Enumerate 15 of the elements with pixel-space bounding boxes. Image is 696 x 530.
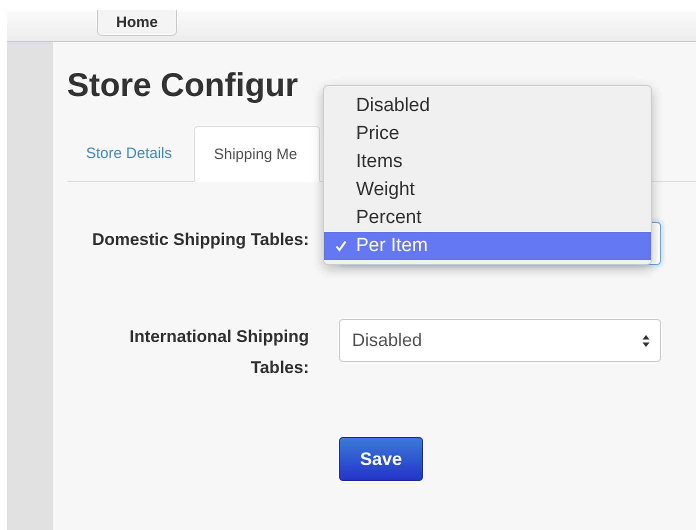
select-field[interactable]: Disabled: [339, 319, 661, 362]
checkmark-icon: [335, 240, 347, 252]
menu-option[interactable]: Percent: [324, 204, 651, 232]
menu-option[interactable]: Weight: [324, 176, 651, 204]
updown-arrows-icon: [642, 334, 650, 348]
page-title: Store Configur: [67, 66, 298, 105]
field-label: Domestic Shipping Tables:: [91, 229, 309, 251]
field-label: International Shipping Tables:: [128, 326, 309, 379]
save-button[interactable]: Save: [339, 437, 423, 481]
tab[interactable]: Shipping Me: [194, 126, 320, 182]
menu-option[interactable]: Disabled: [324, 92, 651, 120]
menu-option[interactable]: Price: [324, 120, 651, 148]
menu-option[interactable]: Per Item: [324, 232, 651, 260]
menu-option[interactable]: Items: [324, 148, 651, 176]
home-button[interactable]: Home: [97, 10, 177, 36]
